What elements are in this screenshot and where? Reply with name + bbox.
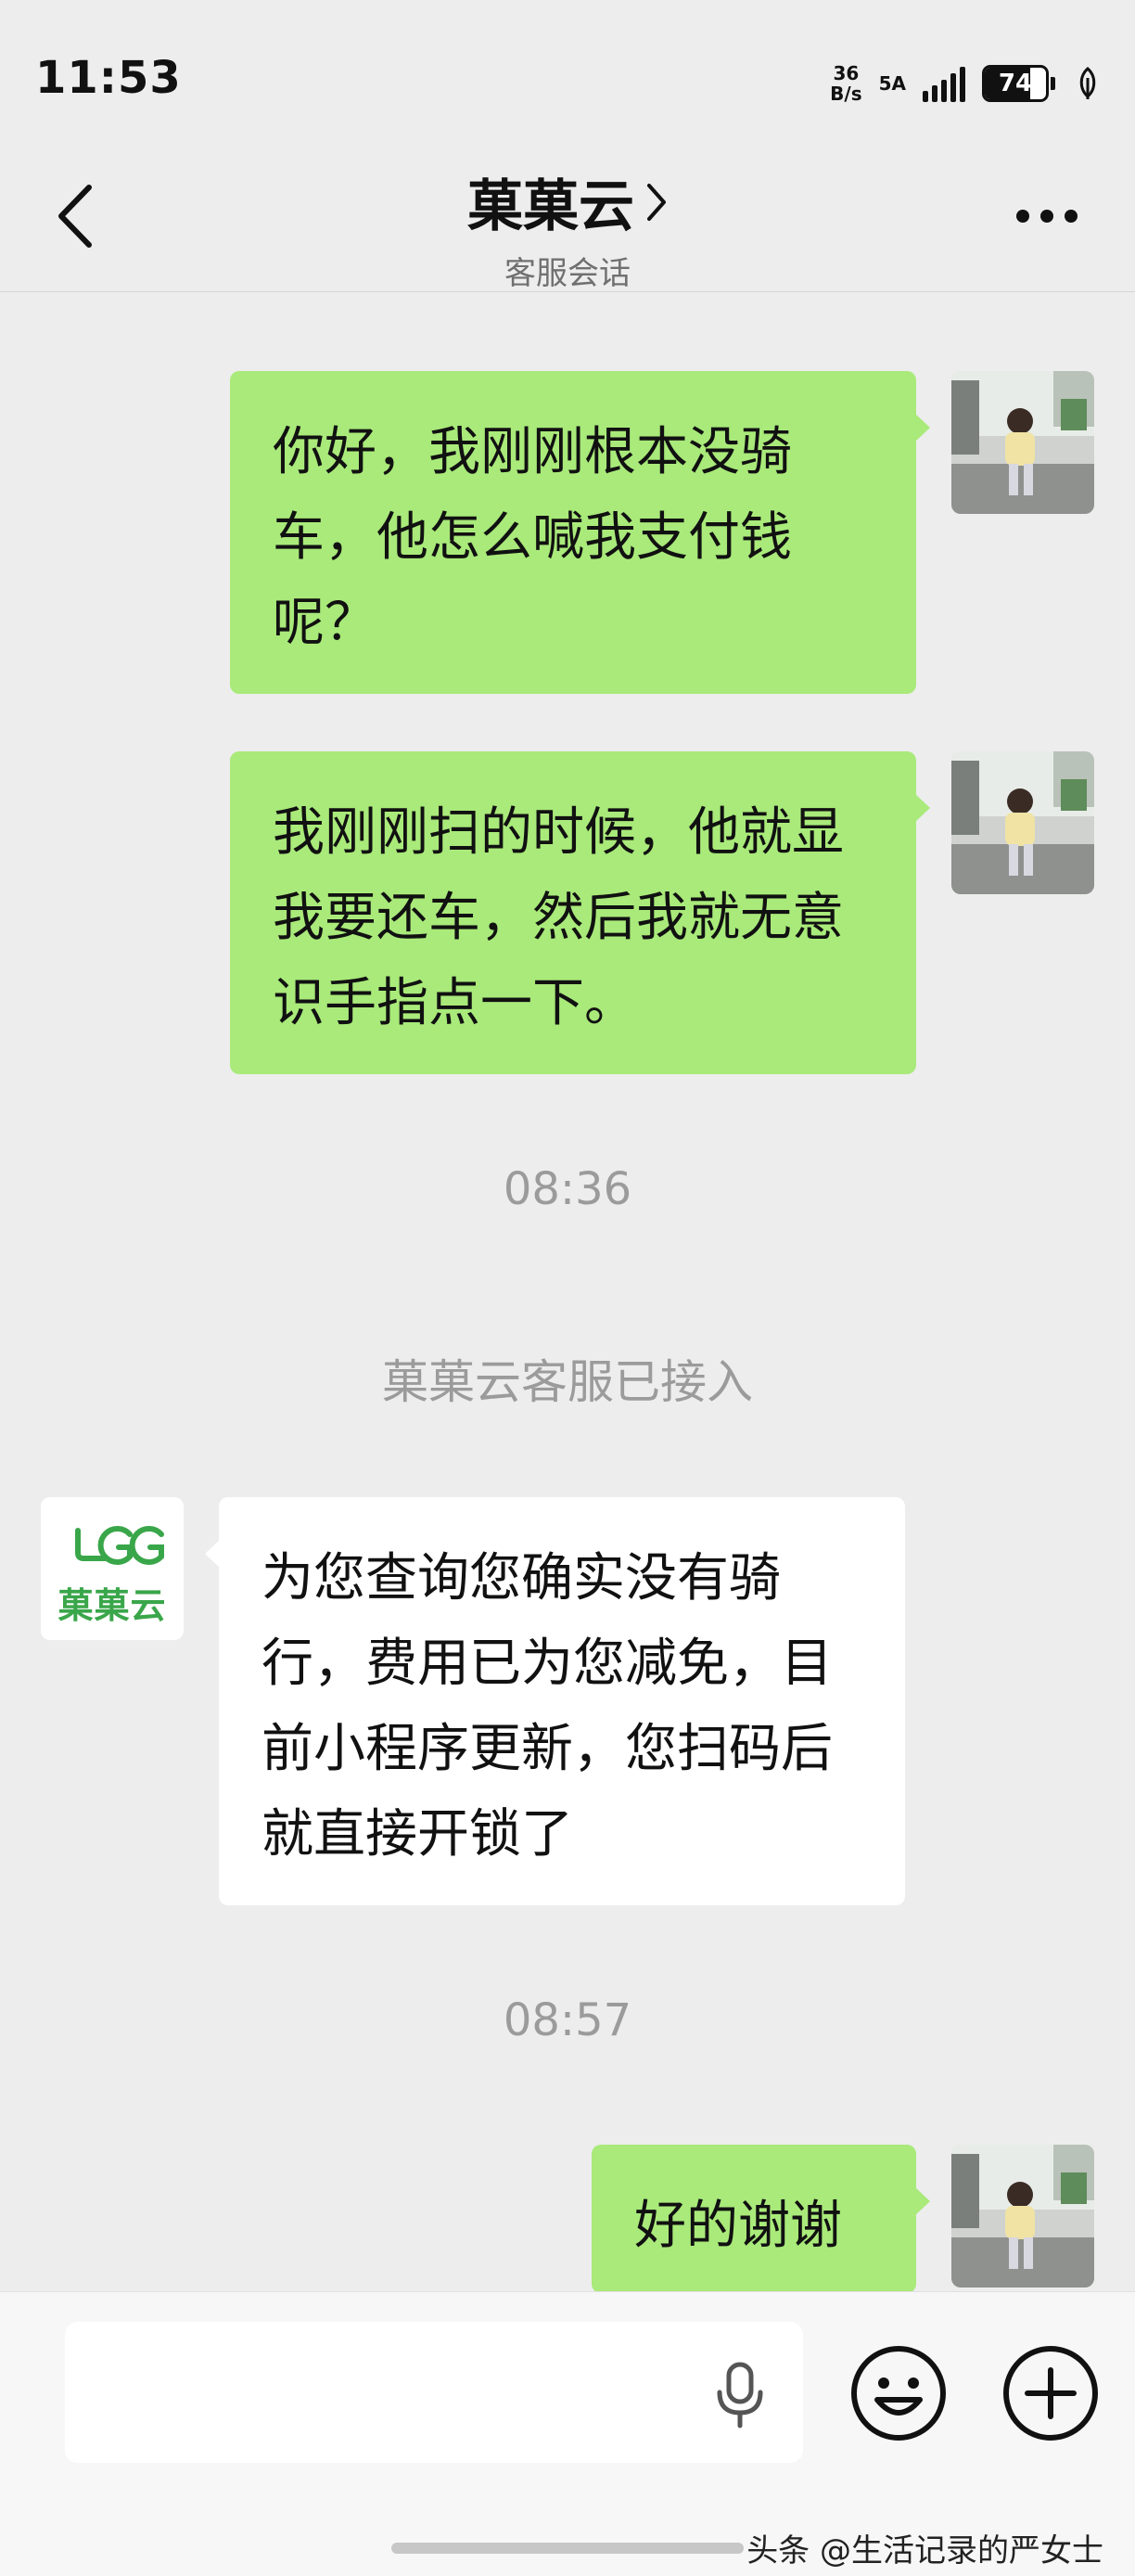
battery-percent: 74 — [998, 70, 1033, 97]
chat-title-area[interactable]: 菓菓云 客服会话 — [0, 161, 1135, 293]
battery-icon: 74 — [982, 65, 1055, 102]
message-bubble-incoming[interactable]: 为您查询您确实没有骑行，费用已为您减免，目前小程序更新，您扫码后就直接开锁了 — [205, 1497, 905, 1905]
brand-logo-text: 菓菓云 — [57, 1585, 167, 1626]
microphone-icon[interactable] — [712, 2361, 768, 2429]
more-button[interactable] — [1016, 210, 1078, 223]
message-timestamp: 08:57 — [503, 1994, 632, 2046]
more-dots-icon — [1016, 210, 1029, 223]
service-avatar[interactable]: 菓菓云 — [41, 1497, 184, 1640]
chat-title[interactable]: 菓菓云 — [467, 161, 668, 242]
leaf-icon — [1079, 67, 1096, 99]
chevron-right-icon — [647, 183, 666, 221]
user-avatar[interactable] — [951, 371, 1094, 514]
message-bubble-outgoing[interactable]: 我刚刚扫的时候，他就显我要还车，然后我就无意识手指点一下。 — [230, 751, 930, 1074]
user-avatar[interactable] — [951, 2145, 1094, 2288]
status-icons: 36 B/s 5A 74 — [830, 56, 1098, 111]
message-input[interactable] — [65, 2322, 803, 2463]
chat-subtitle: 客服会话 — [504, 255, 631, 292]
message-timestamp: 08:36 — [503, 1163, 632, 1215]
home-indicator[interactable] — [391, 2543, 744, 2554]
plus-circle-icon[interactable] — [1001, 2344, 1100, 2442]
watermark: 头条 @生活记录的严女士 — [746, 2532, 1103, 2570]
user-avatar[interactable] — [951, 751, 1094, 894]
emoji-icon[interactable] — [849, 2344, 948, 2442]
system-notice: 菓菓云客服已接入 — [382, 1355, 753, 1409]
message-bubble-outgoing[interactable]: 你好，我刚刚根本没骑车，他怎么喊我支付钱呢？ — [230, 371, 930, 694]
network-speed: 36 B/s — [830, 62, 862, 105]
chat-header: 菓菓云 客服会话 — [0, 139, 1135, 292]
signal-icon — [923, 65, 965, 102]
network-type: 5A — [878, 72, 906, 95]
message-bubble-outgoing[interactable]: 好的谢谢 — [592, 2145, 930, 2293]
status-time: 11:53 — [35, 52, 182, 104]
status-bar: 11:53 36 B/s 5A 74 — [0, 0, 1135, 139]
